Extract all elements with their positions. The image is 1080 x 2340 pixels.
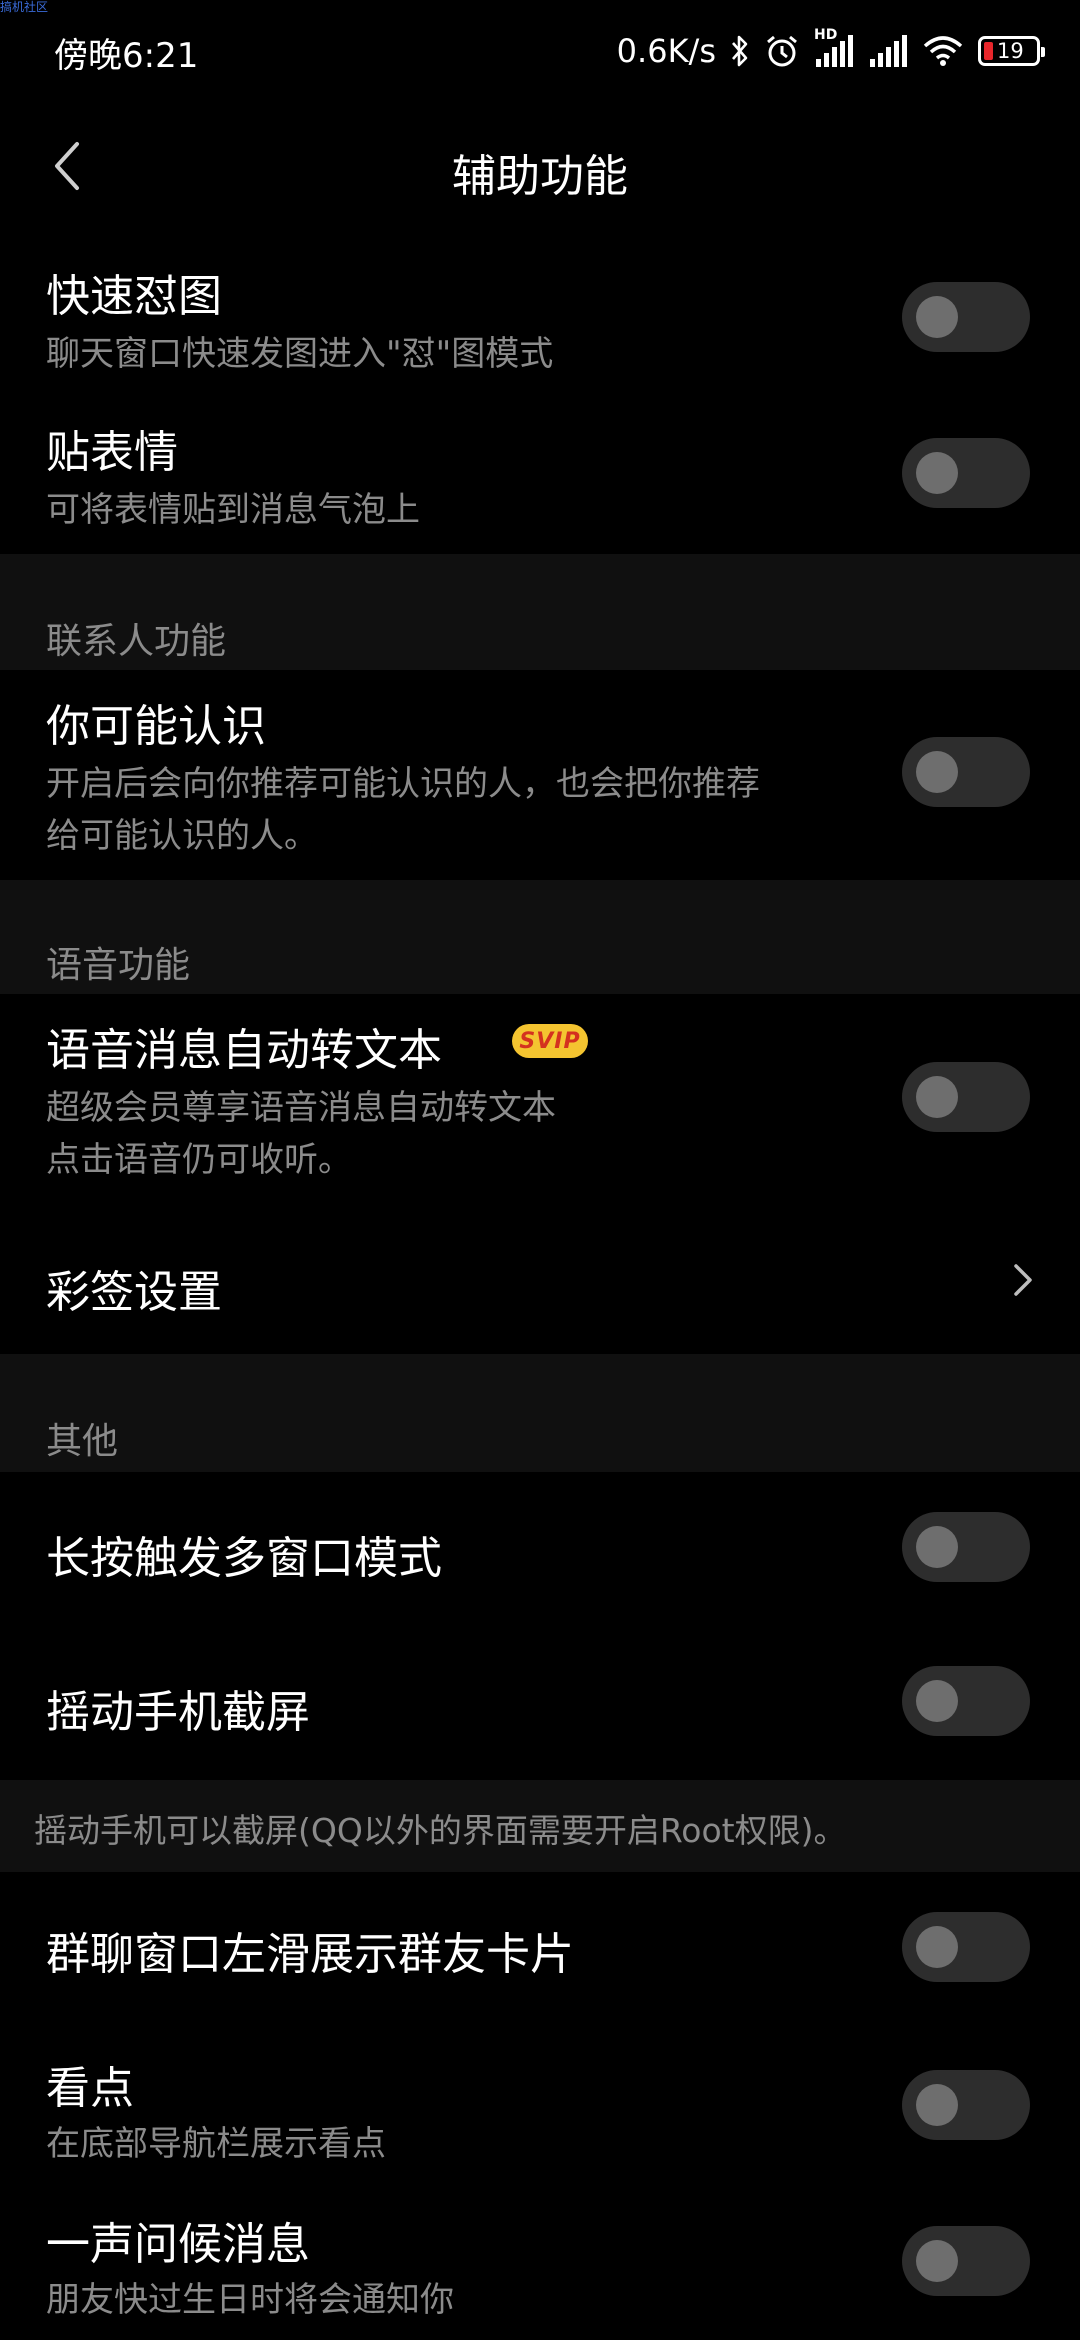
- setting-desc: 可将表情贴到消息气泡上: [46, 490, 420, 530]
- toggle-knob: [916, 751, 958, 793]
- toggle-knob: [916, 1076, 958, 1118]
- section-voice: 语音功能: [0, 880, 1080, 994]
- setting-desc-line1: 超级会员尊享语音消息自动转文本: [46, 1088, 556, 1128]
- nav-bar: 辅助功能: [0, 118, 1080, 214]
- setting-title: 看点: [46, 2063, 134, 2114]
- sticker-toggle[interactable]: [902, 438, 1030, 508]
- setting-title: 彩签设置: [46, 1267, 222, 1318]
- status-bar: 傍晚6:21 0.6K/s HD 19: [0, 0, 1080, 100]
- setting-row-shake-screenshot: 摇动手机截屏: [0, 1626, 1080, 1780]
- setting-row-kandian: 看点 在底部导航栏展示看点: [0, 2028, 1080, 2184]
- bluetooth-icon: [730, 34, 750, 68]
- toggle-knob: [916, 1526, 958, 1568]
- setting-row-multi-window: 长按触发多窗口模式: [0, 1472, 1080, 1626]
- setting-desc-line2: 给可能认识的人。: [46, 816, 318, 856]
- setting-row-may-know: 你可能认识 开启后会向你推荐可能认识的人，也会把你推荐 给可能认识的人。: [0, 670, 1080, 880]
- setting-row-group-swipe: 群聊窗口左滑展示群友卡片: [0, 1872, 1080, 2028]
- voice-to-text-toggle[interactable]: [902, 1062, 1030, 1132]
- setting-desc-line1: 开启后会向你推荐可能认识的人，也会把你推荐: [46, 764, 760, 804]
- shake-note: 摇动手机可以截屏(QQ以外的界面需要开启Root权限)。: [34, 1811, 847, 1850]
- multi-window-toggle[interactable]: [902, 1512, 1030, 1582]
- setting-title: 语音消息自动转文本: [46, 1025, 442, 1076]
- svip-badge: SVIP: [512, 1024, 588, 1058]
- alarm-icon: [764, 33, 800, 69]
- quick-pic-toggle[interactable]: [902, 282, 1030, 352]
- setting-desc: 聊天窗口快速发图进入"怼"图模式: [46, 334, 554, 374]
- toggle-knob: [916, 2240, 958, 2282]
- setting-row-greeting: 一声问候消息 朋友快过生日时将会通知你: [0, 2184, 1080, 2340]
- kandian-toggle[interactable]: [902, 2070, 1030, 2140]
- toggle-knob: [916, 296, 958, 338]
- shake-note-area: 摇动手机可以截屏(QQ以外的界面需要开启Root权限)。: [0, 1780, 1080, 1872]
- net-speed: 0.6K/s: [616, 32, 716, 70]
- group-swipe-toggle[interactable]: [902, 1912, 1030, 1982]
- section-other: 其他: [0, 1354, 1080, 1472]
- toggle-knob: [916, 452, 958, 494]
- setting-title: 群聊窗口左滑展示群友卡片: [46, 1929, 574, 1980]
- section-header: 其他: [46, 1421, 119, 1462]
- greeting-toggle[interactable]: [902, 2226, 1030, 2296]
- setting-title: 你可能认识: [46, 701, 266, 752]
- toggle-knob: [916, 1926, 958, 1968]
- setting-desc-line2: 点击语音仍可收听。: [46, 1140, 352, 1180]
- hd-label: HD: [814, 27, 838, 43]
- status-time: 傍晚6:21: [54, 36, 199, 76]
- wifi-icon: [922, 34, 964, 68]
- section-contacts: 联系人功能: [0, 554, 1080, 670]
- setting-title: 贴表情: [46, 427, 178, 478]
- setting-row-quick-pic: 快速怼图 聊天窗口快速发图进入"怼"图模式: [0, 250, 1080, 398]
- shake-screenshot-toggle[interactable]: [902, 1666, 1030, 1736]
- section-header: 联系人功能: [46, 621, 227, 662]
- setting-desc: 在底部导航栏展示看点: [46, 2124, 386, 2164]
- setting-row-color-sign[interactable]: 彩签设置: [0, 1204, 1080, 1354]
- setting-title: 快速怼图: [46, 271, 222, 322]
- signal-hd-icon: HD: [814, 27, 854, 69]
- battery-level: 19: [997, 39, 1024, 63]
- setting-row-sticker: 贴表情 可将表情贴到消息气泡上: [0, 406, 1080, 554]
- signal-icon: [868, 33, 908, 69]
- toggle-knob: [916, 2084, 958, 2126]
- chevron-right-icon: [1014, 1264, 1032, 1296]
- setting-title: 长按触发多窗口模式: [46, 1533, 442, 1584]
- setting-title: 一声问候消息: [46, 2219, 310, 2270]
- setting-title: 摇动手机截屏: [46, 1687, 310, 1738]
- page-title: 辅助功能: [452, 151, 628, 202]
- status-icons: 0.6K/s HD 19: [616, 26, 1045, 76]
- section-header: 语音功能: [46, 945, 191, 986]
- battery-fill: [984, 42, 993, 60]
- battery-icon: 19: [978, 36, 1045, 66]
- may-know-toggle[interactable]: [902, 737, 1030, 807]
- setting-desc: 朋友快过生日时将会通知你: [46, 2280, 454, 2320]
- toggle-knob: [916, 1680, 958, 1722]
